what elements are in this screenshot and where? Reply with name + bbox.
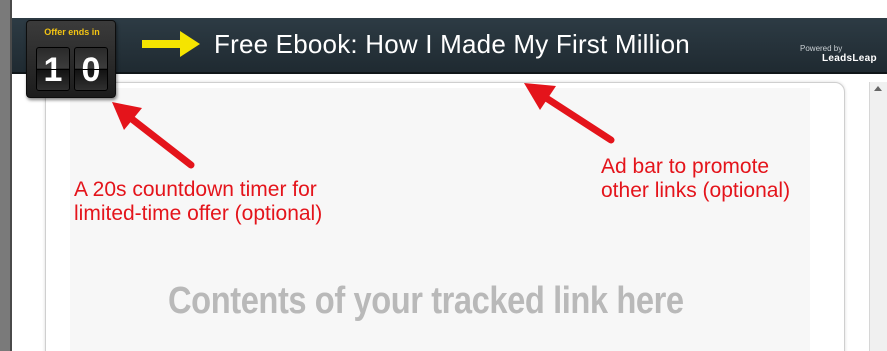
countdown-timer: Offer ends in 1 0 (26, 20, 116, 98)
ad-bar-link-text[interactable]: Free Ebook: How I Made My First Million (214, 29, 690, 60)
timer-digit-ones: 0 (74, 47, 108, 91)
timer-annotation-line-2: limited-time offer (optional) (74, 202, 323, 225)
ad-bar-annotation-line-2: other links (optional) (601, 179, 791, 202)
page-edge (0, 0, 12, 351)
yellow-arrow-icon (142, 31, 200, 57)
brand-logo-text: LeadsLeap (822, 53, 877, 64)
timer-label: Offer ends in (44, 27, 100, 37)
scroll-up-arrow-icon[interactable] (874, 86, 882, 91)
vertical-scrollbar[interactable] (869, 82, 887, 351)
timer-annotation: A 20s countdown timer for limited-time o… (74, 178, 322, 226)
timer-annotation-line-1: A 20s countdown timer for (74, 178, 317, 201)
timer-digit-tens: 1 (36, 47, 70, 91)
powered-by-badge[interactable]: Powered by LeadsLeap (800, 44, 887, 64)
ad-bar-annotation: Ad bar to promote other links (optional) (601, 155, 790, 203)
content-placeholder-text: Contents of your tracked link here (168, 280, 684, 322)
ad-bar-annotation-line-1: Ad bar to promote (601, 155, 770, 178)
top-margin (12, 0, 887, 18)
